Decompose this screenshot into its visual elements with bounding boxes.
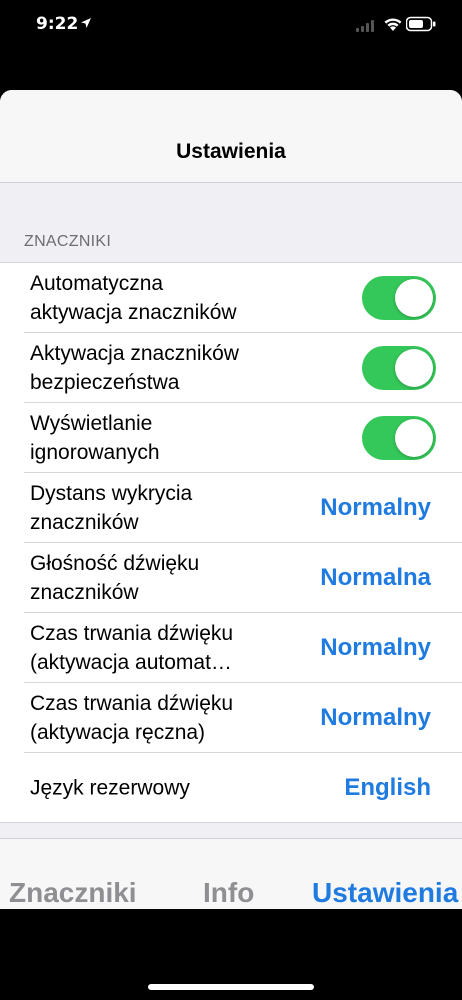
- tab-bar: Znaczniki Info Ustawienia: [0, 838, 462, 909]
- toggle-switch[interactable]: [362, 415, 436, 460]
- battery-icon: [406, 16, 436, 32]
- settings-row-label: Czas trwania dźwięku (aktywacja ręczna): [30, 691, 234, 744]
- toggle-knob: [395, 418, 433, 457]
- page-title: Ustawienia: [176, 140, 286, 163]
- settings-row-label: Wyświetlanie ignorowanych: [30, 411, 160, 464]
- cellular-signal-icon: [356, 20, 374, 32]
- status-bar: 9:22: [0, 0, 462, 52]
- settings-row[interactable]: Głośność dźwięku znaczników Normalna: [24, 543, 462, 613]
- settings-row-label: Język rezerwowy: [30, 776, 190, 799]
- settings-row-label: Aktywacja znaczników bezpieczeństwa: [30, 341, 239, 394]
- settings-row-label: Głośność dźwięku znaczników: [30, 551, 200, 604]
- navigation-bar: Ustawienia: [0, 90, 462, 183]
- settings-row-value[interactable]: Normalny: [320, 494, 431, 522]
- home-indicator: [148, 984, 314, 990]
- settings-sheet: Ustawienia ZNACZNIKI Automatyczna aktywa…: [0, 90, 462, 909]
- tab-info[interactable]: Info: [203, 877, 254, 909]
- settings-row-label: Czas trwania dźwięku (aktywacja automat…: [30, 621, 234, 674]
- settings-list: Automatyczna aktywacja znaczników Aktywac…: [0, 262, 462, 823]
- toggle-knob: [395, 278, 433, 317]
- settings-row[interactable]: Dystans wykrycia znaczników Normalny: [24, 473, 462, 543]
- toggle-switch[interactable]: [362, 345, 436, 390]
- settings-row-value[interactable]: Normalny: [320, 704, 431, 732]
- section-header: ZNACZNIKI: [24, 233, 112, 250]
- toggle-knob: [395, 348, 433, 387]
- wifi-icon: [384, 18, 402, 31]
- status-time: 9:22: [36, 14, 79, 34]
- tab-znaczniki[interactable]: Znaczniki: [9, 877, 137, 909]
- settings-row[interactable]: Automatyczna aktywacja znaczników: [24, 263, 462, 333]
- settings-row[interactable]: Wyświetlanie ignorowanych: [24, 403, 462, 473]
- settings-row-label: Automatyczna aktywacja znaczników: [30, 271, 237, 324]
- settings-row[interactable]: Czas trwania dźwięku (aktywacja ręczna) N…: [24, 683, 462, 753]
- toggle-switch[interactable]: [362, 275, 436, 320]
- settings-row[interactable]: Czas trwania dźwięku (aktywacja automat……: [24, 613, 462, 683]
- settings-row[interactable]: Aktywacja znaczników bezpieczeństwa: [24, 333, 462, 403]
- settings-row-value[interactable]: Normalna: [320, 564, 431, 592]
- location-arrow-icon: [81, 18, 91, 28]
- settings-row-label: Dystans wykrycia znaczników: [30, 481, 193, 534]
- tab-ustawienia[interactable]: Ustawienia: [312, 877, 458, 909]
- settings-row-value[interactable]: English: [344, 774, 431, 802]
- settings-row-value[interactable]: Normalny: [320, 634, 431, 662]
- settings-row[interactable]: Język rezerwowy English: [24, 753, 462, 822]
